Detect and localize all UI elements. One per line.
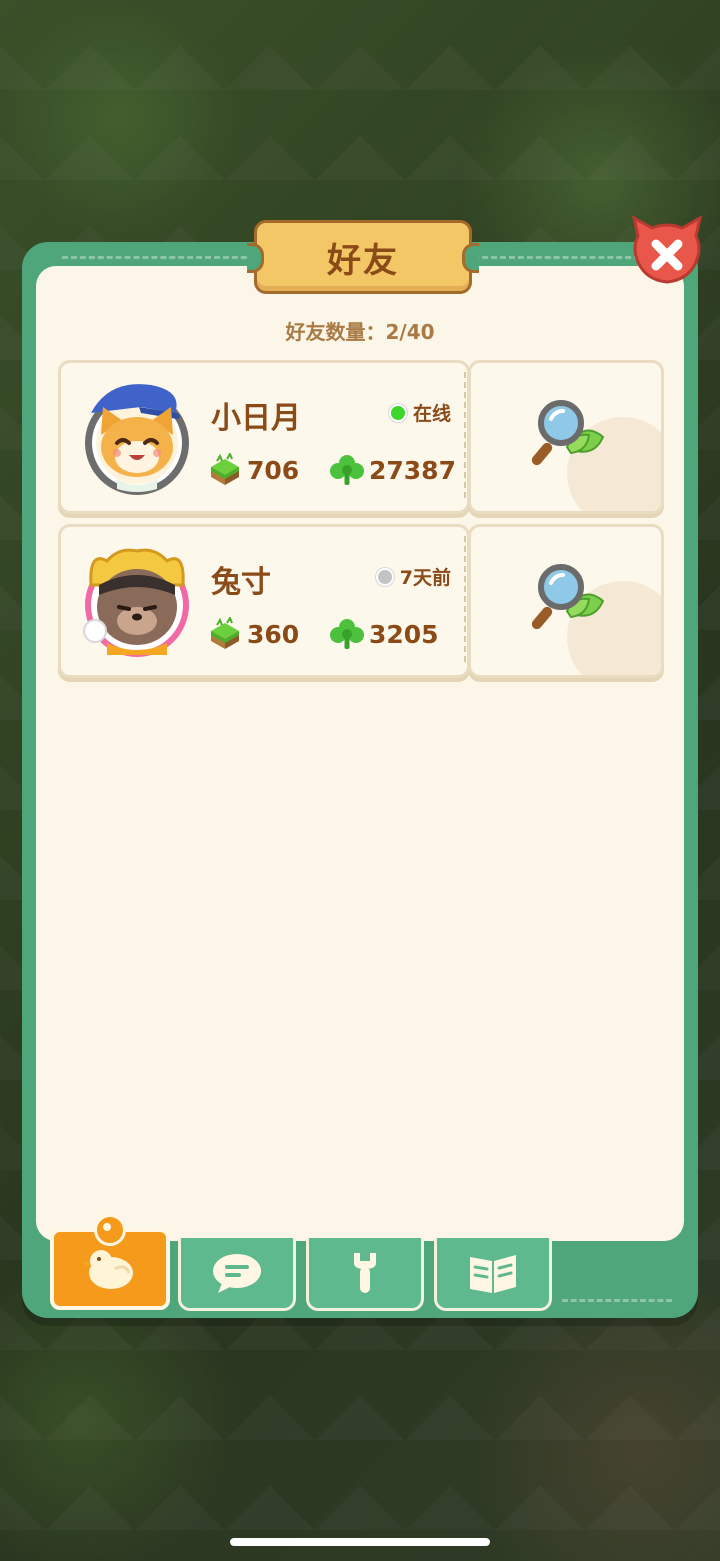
status-text: 7天前 [399,567,451,589]
tab-friends[interactable] [50,1214,170,1310]
clover-value: 27387 [369,455,456,485]
status-dot-icon [388,403,407,422]
friend-card[interactable]: 小日月 在线 706 27387 [58,360,664,514]
friend-name: 小日月 [211,401,301,436]
chat-icon [213,1254,261,1293]
card-divider [464,372,466,498]
friend-card-actions [468,524,664,678]
panel-bottom-dash [562,1299,672,1302]
magnifier-leaf-icon [531,564,605,630]
clover-icon [329,617,365,651]
clover-icon [329,453,365,487]
bear-avatar-icon[interactable] [79,545,195,661]
friend-card-info[interactable]: 兔寸 7天前 360 3205 [58,524,470,678]
land-value: 706 [247,455,300,485]
grass-block-icon [207,617,243,651]
close-button[interactable] [630,216,704,286]
land-stat: 706 [207,453,299,487]
tab-messages[interactable] [178,1238,296,1311]
tab-tag-icon [94,1214,126,1246]
cat-avatar-icon[interactable] [79,381,195,497]
friend-card-actions [468,360,664,514]
wrench-icon [354,1253,376,1293]
chick-icon [83,1250,133,1289]
clover-stat: 3205 [329,617,439,651]
close-icon [632,216,702,284]
panel-title-plate: 好友 [247,220,479,294]
friend-card[interactable]: 兔寸 7天前 360 3205 [58,524,664,678]
tab-tools[interactable] [306,1238,424,1311]
last-seen-status: 7天前 [375,563,451,590]
land-stat: 360 [207,617,299,651]
friend-name: 兔寸 [211,565,271,600]
panel-title: 好友 [327,240,399,281]
visit-farm-button[interactable] [531,557,611,637]
card-divider [464,536,466,662]
friend-count-value: 2/40 [385,320,435,344]
home-indicator[interactable] [230,1538,490,1546]
tab-guide[interactable] [434,1238,552,1311]
grass-block-icon [207,453,243,487]
guide-book-icon [470,1255,516,1293]
status-text: 在线 [412,403,451,425]
friend-count: 好友数量：2/40 [0,316,720,345]
land-value: 360 [247,619,300,649]
friend-count-label: 好友数量： [285,320,386,344]
clover-value: 3205 [369,619,439,649]
status-dot-icon [375,567,394,586]
visit-farm-button[interactable] [531,393,611,473]
magnifier-leaf-icon [531,400,605,466]
online-status: 在线 [388,399,451,426]
friend-card-info[interactable]: 小日月 在线 706 27387 [58,360,470,514]
clover-stat: 27387 [329,453,456,487]
